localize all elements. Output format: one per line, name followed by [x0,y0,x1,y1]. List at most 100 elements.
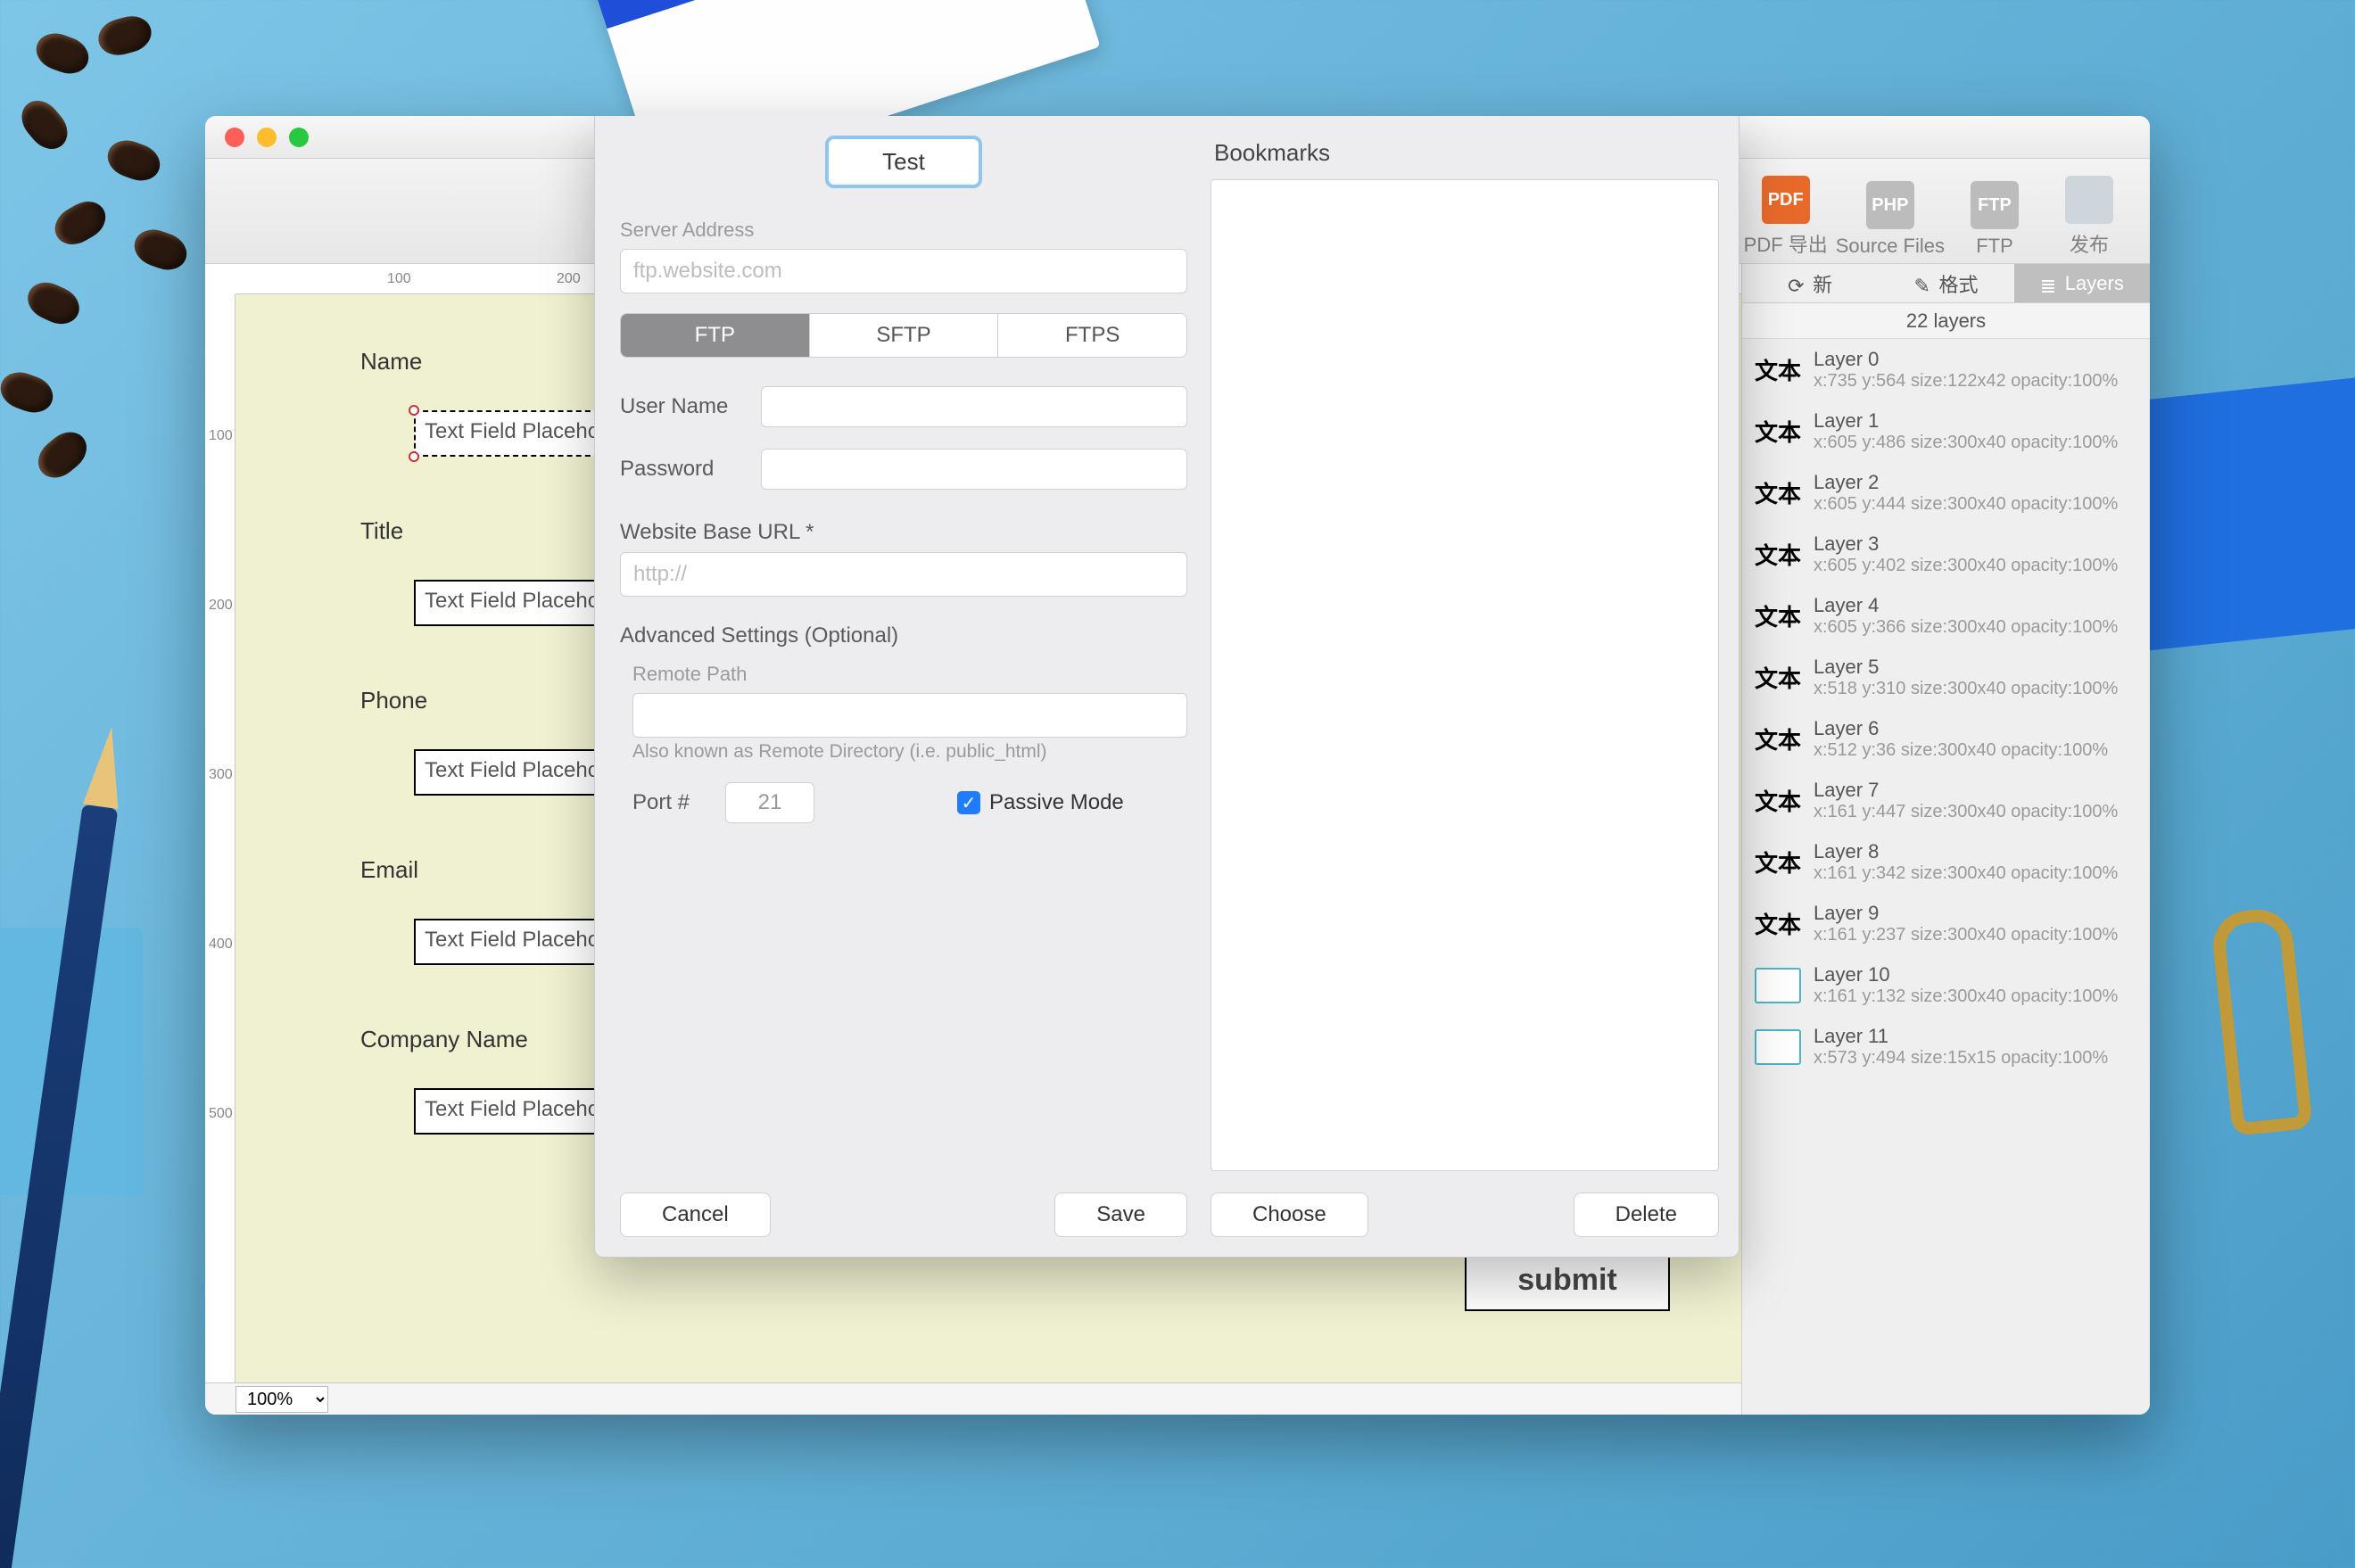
layer-info: x:161 y:447 size:300x40 opacity:100% [1814,802,2137,822]
protocol-ftps[interactable]: FTPS [998,314,1186,357]
test-connection-button[interactable]: Test [825,136,982,188]
layer-name: Layer 1 [1814,409,2137,433]
layer-info: x:605 y:444 size:300x40 opacity:100% [1814,494,2137,515]
layer-row[interactable]: 文本Layer 2x:605 y:444 size:300x40 opacity… [1742,462,2150,524]
server-address-label: Server Address [620,219,1187,242]
layer-info: x:573 y:494 size:15x15 opacity:100% [1814,1048,2137,1069]
field-label-title: Title [360,517,403,545]
ftp-icon: FTP [1971,181,2019,229]
layer-name: Layer 0 [1814,348,2137,371]
layer-name: Layer 9 [1814,902,2137,925]
pencil-icon: ✎ [1913,275,1931,293]
ruler-vertical: 100 200 300 400 500 [205,294,236,1382]
text-badge: 文本 [1755,845,1801,880]
remote-path-input[interactable] [632,693,1187,738]
passive-mode-label: Passive Mode [989,790,1124,815]
layer-row[interactable]: 文本Layer 7x:161 y:447 size:300x40 opacity… [1742,770,2150,831]
layer-row[interactable]: Layer 10x:161 y:132 size:300x40 opacity:… [1742,954,2150,1016]
bookmarks-title: Bookmarks [1214,139,1719,167]
layer-row[interactable]: 文本 Layer 4x:605 y:366 size:300x40 opacity… [1742,585,2150,647]
layer-row[interactable]: Layer 11x:573 y:494 size:15x15 opacity:1… [1742,1016,2150,1077]
base-url-input[interactable] [620,552,1187,597]
toolbar-pdf-export[interactable]: PDF PDF 导出 [1741,176,1830,258]
remote-path-label: Remote Path [632,663,1187,686]
remote-path-help: Also known as Remote Directory (i.e. pub… [632,741,1187,763]
layer-info: x:735 y:564 size:122x42 opacity:100% [1814,371,2137,392]
layer-thumb-icon [1755,1029,1801,1065]
layer-row[interactable]: 文本Layer 0x:735 y:564 size:122x42 opacity… [1742,339,2150,400]
layer-name: Layer 4 [1814,594,2137,617]
layer-info: x:518 y:310 size:300x40 opacity:100% [1814,679,2137,699]
layer-thumb-icon [1755,968,1801,1003]
field-label-company: Company Name [360,1026,528,1053]
layer-row[interactable]: 文本 Layer 5x:518 y:310 size:300x40 opacity… [1742,647,2150,708]
layers-list[interactable]: 文本 Layer 0x:735 y:564 size:122x42 opacity… [1742,339,2150,1415]
text-badge: 文本 [1755,414,1801,450]
layer-name: Layer 3 [1814,532,2137,556]
protocol-sftp[interactable]: SFTP [810,314,999,357]
text-badge: 文本 [1755,722,1801,757]
text-badge: 文本 [1755,475,1801,511]
inspector-segmented-control[interactable]: ⟳ 新 ✎ 格式 ≣ Layers [1742,264,2150,303]
publish-icon [2065,176,2113,224]
submit-button[interactable]: submit [1465,1249,1670,1311]
text-badge: 文本 [1755,537,1801,573]
layer-row[interactable]: 文本 Layer 8x:161 y:342 size:300x40 opacity… [1742,831,2150,893]
layer-row[interactable]: 文本Layer 9x:161 y:237 size:300x40 opacity… [1742,893,2150,954]
field-label-phone: Phone [360,687,427,714]
layer-info: x:161 y:342 size:300x40 opacity:100% [1814,863,2137,884]
layer-name: Layer 5 [1814,656,2137,679]
layer-info: x:512 y:36 size:300x40 opacity:100% [1814,740,2137,761]
inspector-tab-refresh[interactable]: ⟳ 新 [1742,264,1878,303]
inspector-tab-layers[interactable]: ≣ Layers [2014,264,2150,303]
base-url-label: Website Base URL * [620,520,1187,545]
zoom-bar: 100% [205,1382,1741,1415]
layer-name: Layer 8 [1814,840,2137,863]
username-input[interactable] [761,386,1187,427]
toolbar-ftp[interactable]: FTP FTP [1950,181,2039,258]
delete-bookmark-button[interactable]: Delete [1574,1193,1719,1237]
app-window: NewProject.touchforms7 Form Settings Fil… [205,116,2150,1415]
password-input[interactable] [761,449,1187,490]
field-label-email: Email [360,856,418,884]
bookmarks-list[interactable] [1211,179,1719,1171]
pdf-icon: PDF [1762,176,1810,224]
layer-row[interactable]: 文本 Layer 3x:605 y:402 size:300x40 opacity… [1742,524,2150,585]
advanced-label: Advanced Settings (Optional) [620,623,1187,648]
toolbar-source-files[interactable]: PHP Source Files [1836,181,1945,258]
layer-info: x:161 y:132 size:300x40 opacity:100% [1814,986,2137,1007]
layer-info: x:161 y:237 size:300x40 opacity:100% [1814,925,2137,945]
username-label: User Name [620,394,745,419]
layer-row[interactable]: 文本 Layer 6x:512 y:36 size:300x40 opacity:… [1742,708,2150,770]
layer-row[interactable]: 文本 Layer 1x:605 y:486 size:300x40 opacity… [1742,400,2150,462]
layer-info: x:605 y:366 size:300x40 opacity:100% [1814,617,2137,638]
server-address-input[interactable] [620,249,1187,293]
inspector-panel: ⟳ 新 ✎ 格式 ≣ Layers 22 layers 文本 Layer 0x:7… [1741,264,2150,1415]
field-label-name: Name [360,348,422,375]
layers-count: 22 layers [1742,303,2150,339]
protocol-ftp[interactable]: FTP [621,314,810,357]
port-label: Port # [632,790,690,815]
layer-info: x:605 y:486 size:300x40 opacity:100% [1814,433,2137,453]
text-badge: 文本 [1755,598,1801,634]
inspector-tab-format[interactable]: ✎ 格式 [1878,264,2013,303]
ftp-settings-sheet: Test Server Address FTP SFTP FTPS User N… [594,116,1739,1258]
port-input[interactable] [725,782,814,823]
layer-name: Layer 11 [1814,1025,2137,1048]
php-icon: PHP [1866,181,1914,229]
toolbar-publish[interactable]: 发布 [2045,176,2134,258]
layer-info: x:605 y:402 size:300x40 opacity:100% [1814,556,2137,576]
layer-name: Layer 7 [1814,779,2137,802]
text-badge: 文本 [1755,660,1801,696]
passive-mode-checkbox[interactable]: ✓ [957,791,980,814]
layer-name: Layer 10 [1814,963,2137,986]
zoom-select[interactable]: 100% [236,1386,328,1413]
list-icon: ≣ [2040,275,2058,293]
choose-bookmark-button[interactable]: Choose [1211,1193,1368,1237]
layer-name: Layer 6 [1814,717,2137,740]
cancel-button[interactable]: Cancel [620,1193,771,1237]
password-label: Password [620,457,745,482]
protocol-segmented-control[interactable]: FTP SFTP FTPS [620,313,1187,358]
save-button[interactable]: Save [1054,1193,1187,1237]
refresh-icon: ⟳ [1788,275,1806,293]
